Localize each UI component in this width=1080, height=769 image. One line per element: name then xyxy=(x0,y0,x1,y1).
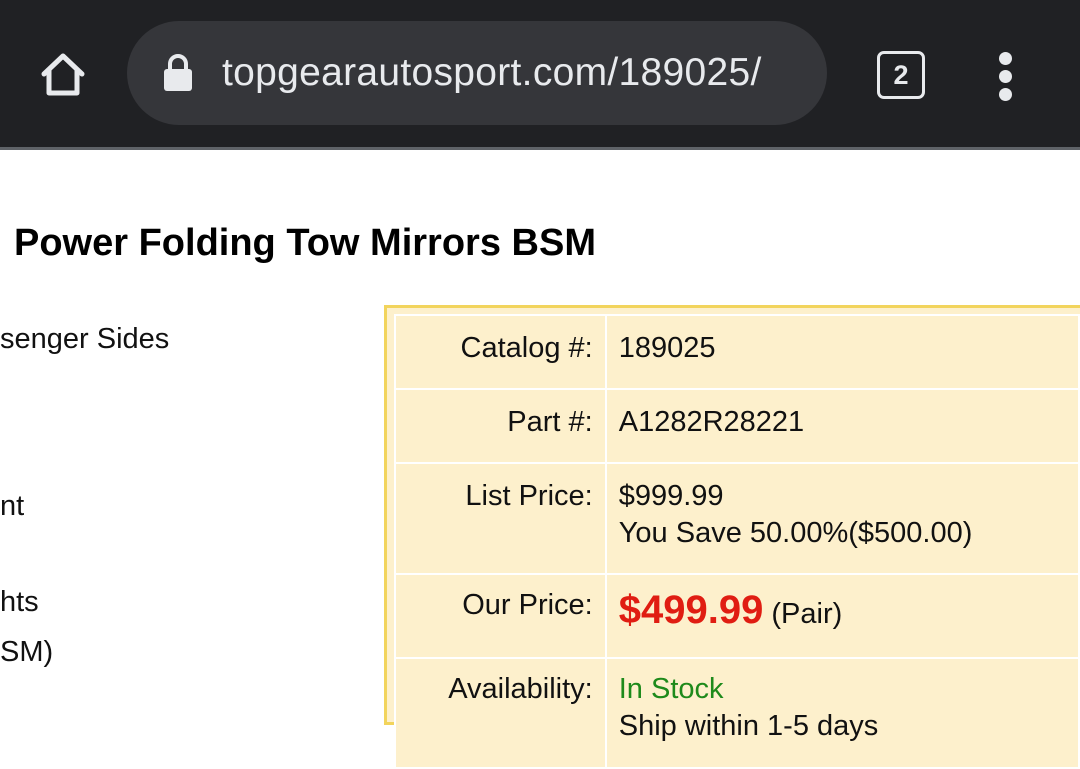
our-price-row: Our Price: $499.99 (Pair) xyxy=(394,573,1080,659)
feature-line: hts xyxy=(0,586,39,618)
our-price-label: Our Price: xyxy=(394,573,607,659)
more-vert-icon-dot xyxy=(999,70,1012,83)
product-title: Power Folding Tow Mirrors BSM xyxy=(14,222,596,264)
feature-line: senger Sides xyxy=(0,323,170,355)
availability-label: Availability: xyxy=(394,657,607,769)
feature-line: SM) xyxy=(0,636,54,668)
home-icon xyxy=(41,53,85,96)
catalog-row: Catalog #: 189025 xyxy=(394,314,1080,390)
more-vert-icon xyxy=(999,52,1012,65)
list-price-label: List Price: xyxy=(394,462,607,575)
list-price-row: List Price: $999.99 You Save 50.00%($500… xyxy=(394,462,1080,575)
savings-text: You Save 50.00%($500.00) xyxy=(618,517,973,549)
catalog-label: Catalog #: xyxy=(394,314,607,390)
our-price-value: $499.99 (Pair) xyxy=(604,573,1080,659)
home-button[interactable] xyxy=(34,47,92,103)
product-info-table: Catalog #: 189025 Part #: A1282R28221 Li… xyxy=(394,314,1080,769)
part-row: Part #: A1282R28221 xyxy=(394,388,1080,464)
list-price-value: $999.99 You Save 50.00%($500.00) xyxy=(604,462,1080,575)
toolbar-divider xyxy=(0,147,1080,150)
address-bar[interactable]: topgearautosport.com/189025/ xyxy=(127,21,827,125)
feature-line: nt xyxy=(0,490,25,522)
shipping-time: Ship within 1-5 days xyxy=(618,710,879,742)
part-label: Part #: xyxy=(394,388,607,464)
more-vert-icon-dot xyxy=(999,88,1012,101)
part-value: A1282R28221 xyxy=(604,388,1080,464)
url-text[interactable]: topgearautosport.com/189025/ xyxy=(222,21,812,125)
stock-status: In Stock xyxy=(618,673,724,705)
tab-switcher-button[interactable]: 2 xyxy=(877,51,925,99)
sale-price: $499.99 xyxy=(618,588,764,632)
lock-icon xyxy=(164,54,192,91)
tab-count: 2 xyxy=(893,60,909,90)
availability-value: In Stock Ship within 1-5 days xyxy=(604,657,1080,769)
browser-toolbar: topgearautosport.com/189025/ 2 xyxy=(0,0,1080,147)
price-unit: (Pair) xyxy=(771,598,843,630)
catalog-value: 189025 xyxy=(604,314,1080,390)
more-menu-button[interactable] xyxy=(990,48,1022,104)
list-price: $999.99 xyxy=(618,480,724,512)
availability-row: Availability: In Stock Ship within 1-5 d… xyxy=(394,657,1080,769)
